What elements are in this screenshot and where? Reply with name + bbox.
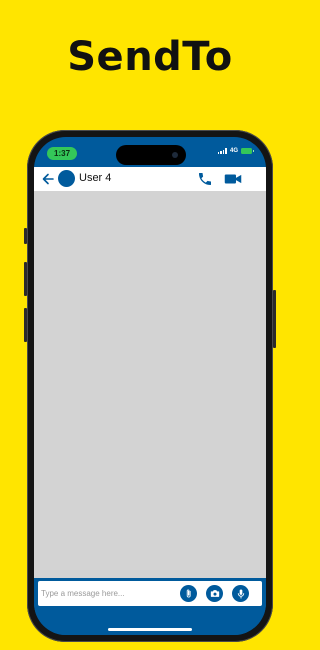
video-call-button[interactable]: [224, 172, 242, 186]
promo-page: SendTo 1:37 4G User 4 Type a message her…: [0, 0, 300, 650]
attach-button[interactable]: [180, 585, 197, 602]
network-type-label: 4G: [229, 148, 238, 154]
voice-call-button[interactable]: [197, 171, 213, 187]
status-bar: 1:37 4G: [34, 137, 266, 167]
signal-strength-icon: [217, 148, 227, 154]
contact-avatar[interactable]: [58, 170, 75, 187]
back-button[interactable]: [41, 171, 55, 187]
phone-icon: [199, 173, 211, 185]
phone-volume-up: [24, 262, 27, 296]
arrow-left-icon: [42, 173, 54, 185]
phone-mute-switch: [24, 228, 27, 244]
battery-icon: [241, 148, 254, 154]
phone-screen: 1:37 4G User 4 Type a message here...: [34, 137, 266, 635]
microphone-icon: [237, 588, 244, 599]
home-indicator[interactable]: [108, 628, 192, 631]
status-time[interactable]: 1:37: [47, 147, 78, 160]
message-input[interactable]: [41, 584, 171, 602]
promo-headline: SendTo: [67, 34, 233, 80]
video-camera-icon: [224, 174, 242, 184]
composer-bar: [34, 578, 266, 635]
phone-power-button: [273, 290, 276, 348]
paperclip-icon: [186, 589, 191, 598]
composer-row: [38, 581, 262, 606]
phone-frame: 1:37 4G User 4 Type a message here...: [24, 130, 276, 642]
camera-button[interactable]: [206, 585, 223, 602]
message-list[interactable]: [34, 191, 266, 578]
camera-icon: [210, 590, 219, 597]
status-indicators: 4G: [217, 148, 254, 154]
phone-volume-down: [24, 308, 27, 342]
chat-header: User 4: [34, 167, 266, 191]
voice-message-button[interactable]: [232, 585, 249, 602]
front-camera-icon: [172, 152, 178, 158]
dynamic-island: [116, 145, 186, 165]
contact-name[interactable]: User 4: [79, 172, 111, 184]
